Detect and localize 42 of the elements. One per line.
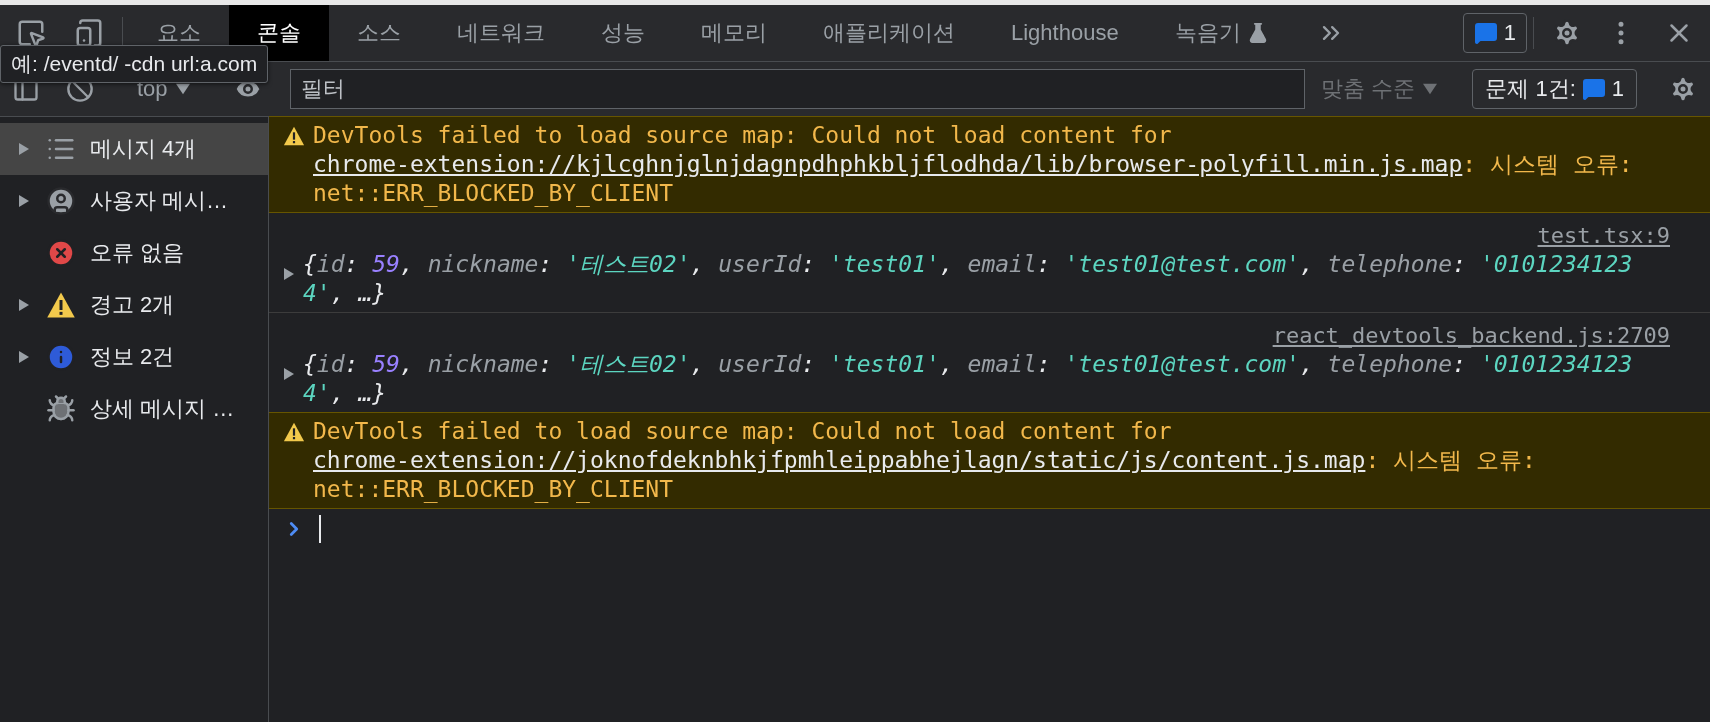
sidebar-item[interactable]: 상세 메시지 … [0, 383, 268, 435]
sidebar-item[interactable]: 오류 없음 [0, 227, 268, 279]
source-link[interactable]: chrome-extension://kjlcghnjglnjdagnpdhphkbljflodhda/lib/browser-polyfill.min.js.map [313, 151, 1463, 177]
message-icon [1473, 21, 1498, 45]
expand-arrow-icon[interactable] [283, 268, 295, 280]
source-link[interactable]: react_devtools_backend.js:2709 [1272, 321, 1670, 350]
inspect-icon[interactable] [16, 18, 46, 48]
issues-badge[interactable]: 1 [1462, 13, 1527, 53]
sidebar-item[interactable]: 경고 2개 [0, 279, 268, 331]
panel-tab[interactable]: 애플리케이션 [795, 5, 983, 61]
expand-arrow-icon[interactable] [18, 195, 30, 207]
source-link[interactable]: test.tsx:9 [1537, 221, 1670, 250]
error-icon [46, 238, 76, 268]
panel-tab[interactable]: 녹음기 [1146, 5, 1297, 61]
user-icon [46, 186, 76, 216]
warning-message: DevTools failed to load source map: Could not load content for chrome-extension://kjlcghnjglnjdagnpdhphkbljflodhda/lib/browser-polyfill.min.js.map: 시스템 오류: net::ERR_BLOCKED_BY_CLIENT [313, 121, 1634, 208]
warning-icon [283, 421, 305, 443]
panel-tab[interactable]: Lighthouse [983, 5, 1147, 61]
expand-arrow-icon[interactable] [18, 143, 30, 155]
expand-arrow-icon[interactable] [18, 351, 30, 363]
warning-icon [46, 290, 76, 320]
filter-field[interactable]: 필터 [289, 69, 1306, 109]
sidebar-item[interactable]: 정보 2건 [0, 331, 268, 383]
info-icon [46, 342, 76, 372]
sidebar-item[interactable]: 메시지 4개 [0, 123, 268, 175]
bug-icon [46, 394, 76, 424]
sidebar-item[interactable]: 사용자 메시… [0, 175, 268, 227]
panel-tab[interactable]: 메모리 [673, 5, 795, 61]
object-preview[interactable]: {id: 59, nickname: '테스트02', userId: 'test01', email: 'test01@test.com', telephone: '01012341234', …} [303, 350, 1670, 408]
tooltip: 예: /eventd/ -cdn url:a.com [0, 45, 269, 83]
panel-tab[interactable]: 성능 [573, 5, 673, 61]
expand-arrow-icon[interactable] [18, 299, 30, 311]
message-icon [1581, 77, 1606, 101]
device-icon[interactable] [74, 18, 104, 48]
object-preview[interactable]: {id: 59, nickname: '테스트02', userId: 'test01', email: 'test01@test.com', telephone: '01012341234', …} [303, 250, 1670, 308]
warning-message: DevTools failed to load source map: Could not load content for chrome-extension://joknofdeknbhkjfpmhleippabhejlagn/static/js/content.js.map: 시스템 오류: net::ERR_BLOCKED_BY_CLIENT [313, 417, 1537, 504]
source-link[interactable]: chrome-extension://joknofdeknbhkjfpmhleippabhejlagn/static/js/content.js.map [313, 447, 1366, 473]
expand-arrow-icon[interactable] [283, 368, 295, 380]
panel-tab[interactable]: 소스 [329, 5, 429, 61]
issues-button[interactable]: 문제 1건: 1 [1472, 69, 1637, 109]
warning-icon [283, 125, 305, 147]
panel-tab[interactable]: 네트워크 [429, 5, 573, 61]
